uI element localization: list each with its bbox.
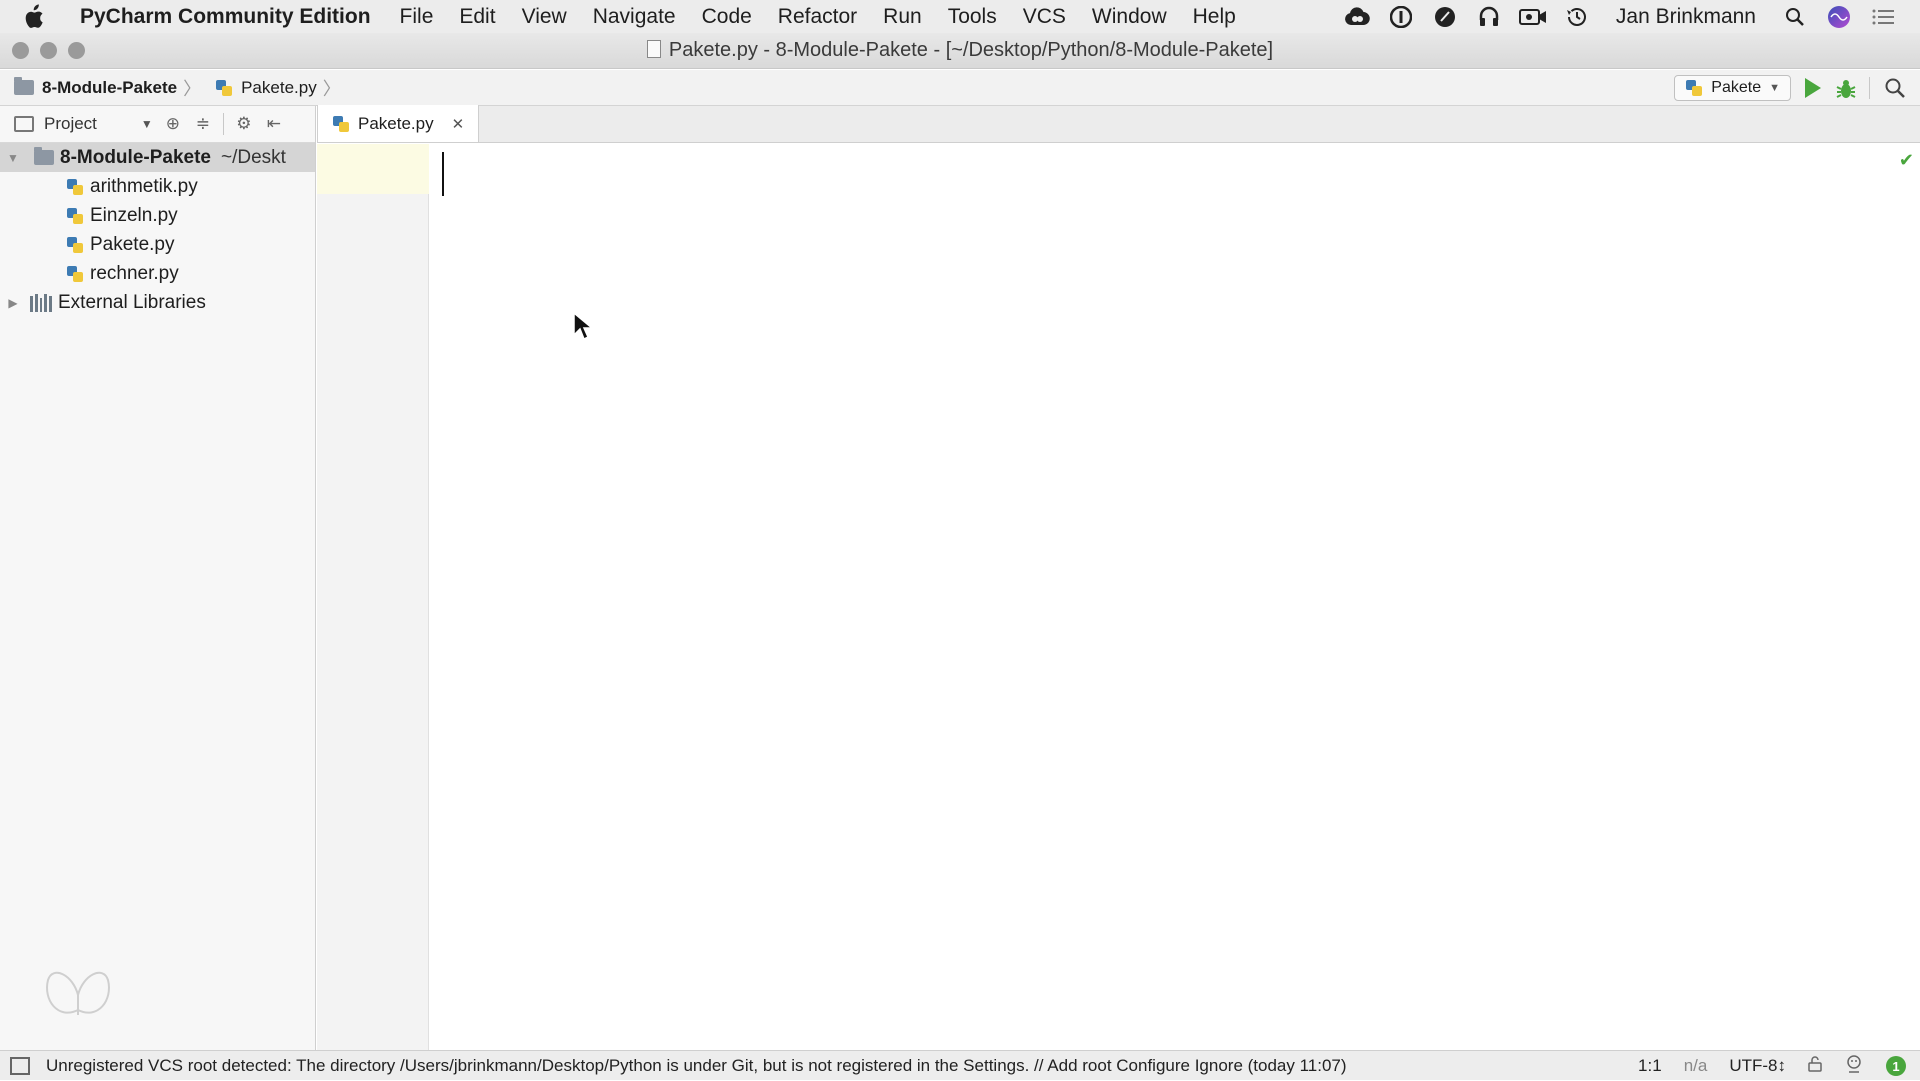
status-bar: Unregistered VCS root detected: The dire… [0,1050,1920,1080]
spotlight-search-icon[interactable] [1780,5,1810,29]
expand-arrow-icon[interactable]: ▼ [2,151,24,165]
line-separator-indicator[interactable]: n/a [1684,1056,1708,1076]
external-libraries-label: External Libraries [58,291,206,313]
toolbar-separator [222,113,224,135]
menu-navigate[interactable]: Navigate [580,5,689,29]
breadcrumb-separator-icon: 〉 [183,78,202,99]
library-icon [30,293,52,312]
menu-code[interactable]: Code [689,5,765,29]
screen-recorder-icon[interactable] [1518,5,1548,29]
project-tool-window: Project ▼ ⊕ ≑ ⚙ ⇤ ▼ 8-Module-Pakete ~/De… [0,106,316,1050]
password-manager-icon[interactable] [1386,5,1416,29]
chevron-down-icon: ▼ [1769,82,1780,94]
text-caret [442,152,444,196]
menu-run[interactable]: Run [870,5,935,29]
debug-icon[interactable] [1835,78,1856,98]
event-log-badge[interactable]: 1 [1886,1056,1906,1076]
inspector-icon[interactable] [1844,1054,1864,1079]
close-tab-icon[interactable]: ✕ [452,115,465,133]
tree-file-item[interactable]: rechner.py [0,259,315,288]
project-view-icon [14,116,34,132]
root-folder-name: 8-Module-Pakete [60,146,211,168]
python-file-icon [215,79,233,97]
python-file-icon [66,265,84,283]
menu-edit[interactable]: Edit [446,5,508,29]
folder-icon [34,147,54,165]
breadcrumb-file-label: Pakete.py [241,77,317,97]
window-title: Pakete.py - 8-Module-Pakete - [~/Desktop… [0,39,1920,62]
inspection-ok-icon[interactable]: ✔ [1899,150,1914,171]
file-name: arithmetik.py [90,175,198,197]
editor-gutter [317,144,429,1050]
navigation-bar: 8-Module-Pakete 〉 Pakete.py 〉 Pakete ▼ [0,70,1920,106]
mouse-cursor-icon [573,311,594,341]
lock-icon[interactable] [1808,1055,1822,1077]
caret-position[interactable]: 1:1 [1638,1056,1662,1076]
project-tree: ▼ 8-Module-Pakete ~/Deskt arithmetik.py … [0,143,315,317]
tree-file-item[interactable]: Einzeln.py [0,201,315,230]
apple-menu-icon[interactable] [22,3,66,30]
time-machine-icon[interactable] [1562,5,1592,29]
root-folder-path: ~/Deskt [220,146,286,168]
window-title-text: Pakete.py - 8-Module-Pakete - [~/Desktop… [668,39,1274,61]
macos-menu-bar: PyCharm Community Edition File Edit View… [0,0,1920,33]
headphones-icon[interactable] [1474,5,1504,29]
tab-pakete-py[interactable]: Pakete.py ✕ [317,105,480,142]
file-name: Pakete.py [90,233,175,255]
editor-tab-bar: Pakete.py ✕ [317,105,1920,143]
app-name-menu[interactable]: PyCharm Community Edition [80,5,371,29]
run-icon[interactable] [1805,78,1821,98]
menu-window[interactable]: Window [1079,5,1180,29]
notification-center-icon[interactable] [1868,5,1898,29]
collapse-all-icon[interactable]: ≑ [193,114,213,134]
run-configuration-label: Pakete [1711,79,1762,96]
locate-file-icon[interactable]: ⊕ [163,114,183,134]
menu-help[interactable]: Help [1180,5,1249,29]
tree-external-libraries[interactable]: ▶ External Libraries [0,288,315,317]
notes-icon[interactable] [1430,5,1460,29]
user-name[interactable]: Jan Brinkmann [1616,5,1756,29]
project-panel-header: Project ▼ ⊕ ≑ ⚙ ⇤ [0,106,315,143]
tool-windows-toggle-icon[interactable] [10,1056,30,1075]
menu-refactor[interactable]: Refactor [765,5,870,29]
folder-icon [14,77,34,95]
breadcrumb-project[interactable]: 8-Module-Pakete [0,77,183,98]
breadcrumb-separator-icon: 〉 [322,78,341,99]
python-file-icon [66,236,84,254]
python-file-icon [1685,79,1703,97]
expand-arrow-icon[interactable]: ▶ [2,296,24,310]
chevron-down-icon[interactable]: ▼ [141,117,153,131]
breadcrumb-project-label: 8-Module-Pakete [42,77,178,97]
search-everywhere-icon[interactable] [1884,77,1906,99]
file-name: Einzeln.py [90,204,178,226]
tree-file-item[interactable]: arithmetik.py [0,172,315,201]
butterfly-watermark-icon [46,971,110,1015]
current-line-highlight [317,144,429,194]
hide-panel-icon[interactable]: ⇤ [264,114,284,134]
python-file-icon [332,115,350,133]
toolbar-separator [1869,77,1870,99]
siri-icon[interactable] [1824,5,1854,29]
menu-tools[interactable]: Tools [935,5,1010,29]
python-file-icon [66,178,84,196]
code-editor[interactable] [430,144,1920,1050]
window-title-bar: Pakete.py - 8-Module-Pakete - [~/Desktop… [0,33,1920,69]
file-icon [646,40,661,58]
tree-root-project[interactable]: ▼ 8-Module-Pakete ~/Deskt [0,143,315,172]
vcs-notification-message[interactable]: Unregistered VCS root detected: The dire… [46,1056,1347,1076]
run-configuration-dropdown[interactable]: Pakete ▼ [1674,75,1791,101]
creative-cloud-icon[interactable] [1342,5,1372,29]
gear-icon[interactable]: ⚙ [234,114,254,134]
file-name: rechner.py [90,262,179,284]
menu-view[interactable]: View [509,5,580,29]
menu-file[interactable]: File [387,5,447,29]
project-view-label[interactable]: Project [44,114,97,134]
file-encoding[interactable]: UTF-8↕ [1729,1056,1786,1076]
tree-file-item[interactable]: Pakete.py [0,230,315,259]
tab-label: Pakete.py [358,113,434,133]
python-file-icon [66,207,84,225]
breadcrumb-file[interactable]: Pakete.py [201,78,323,98]
menu-vcs[interactable]: VCS [1010,5,1079,29]
